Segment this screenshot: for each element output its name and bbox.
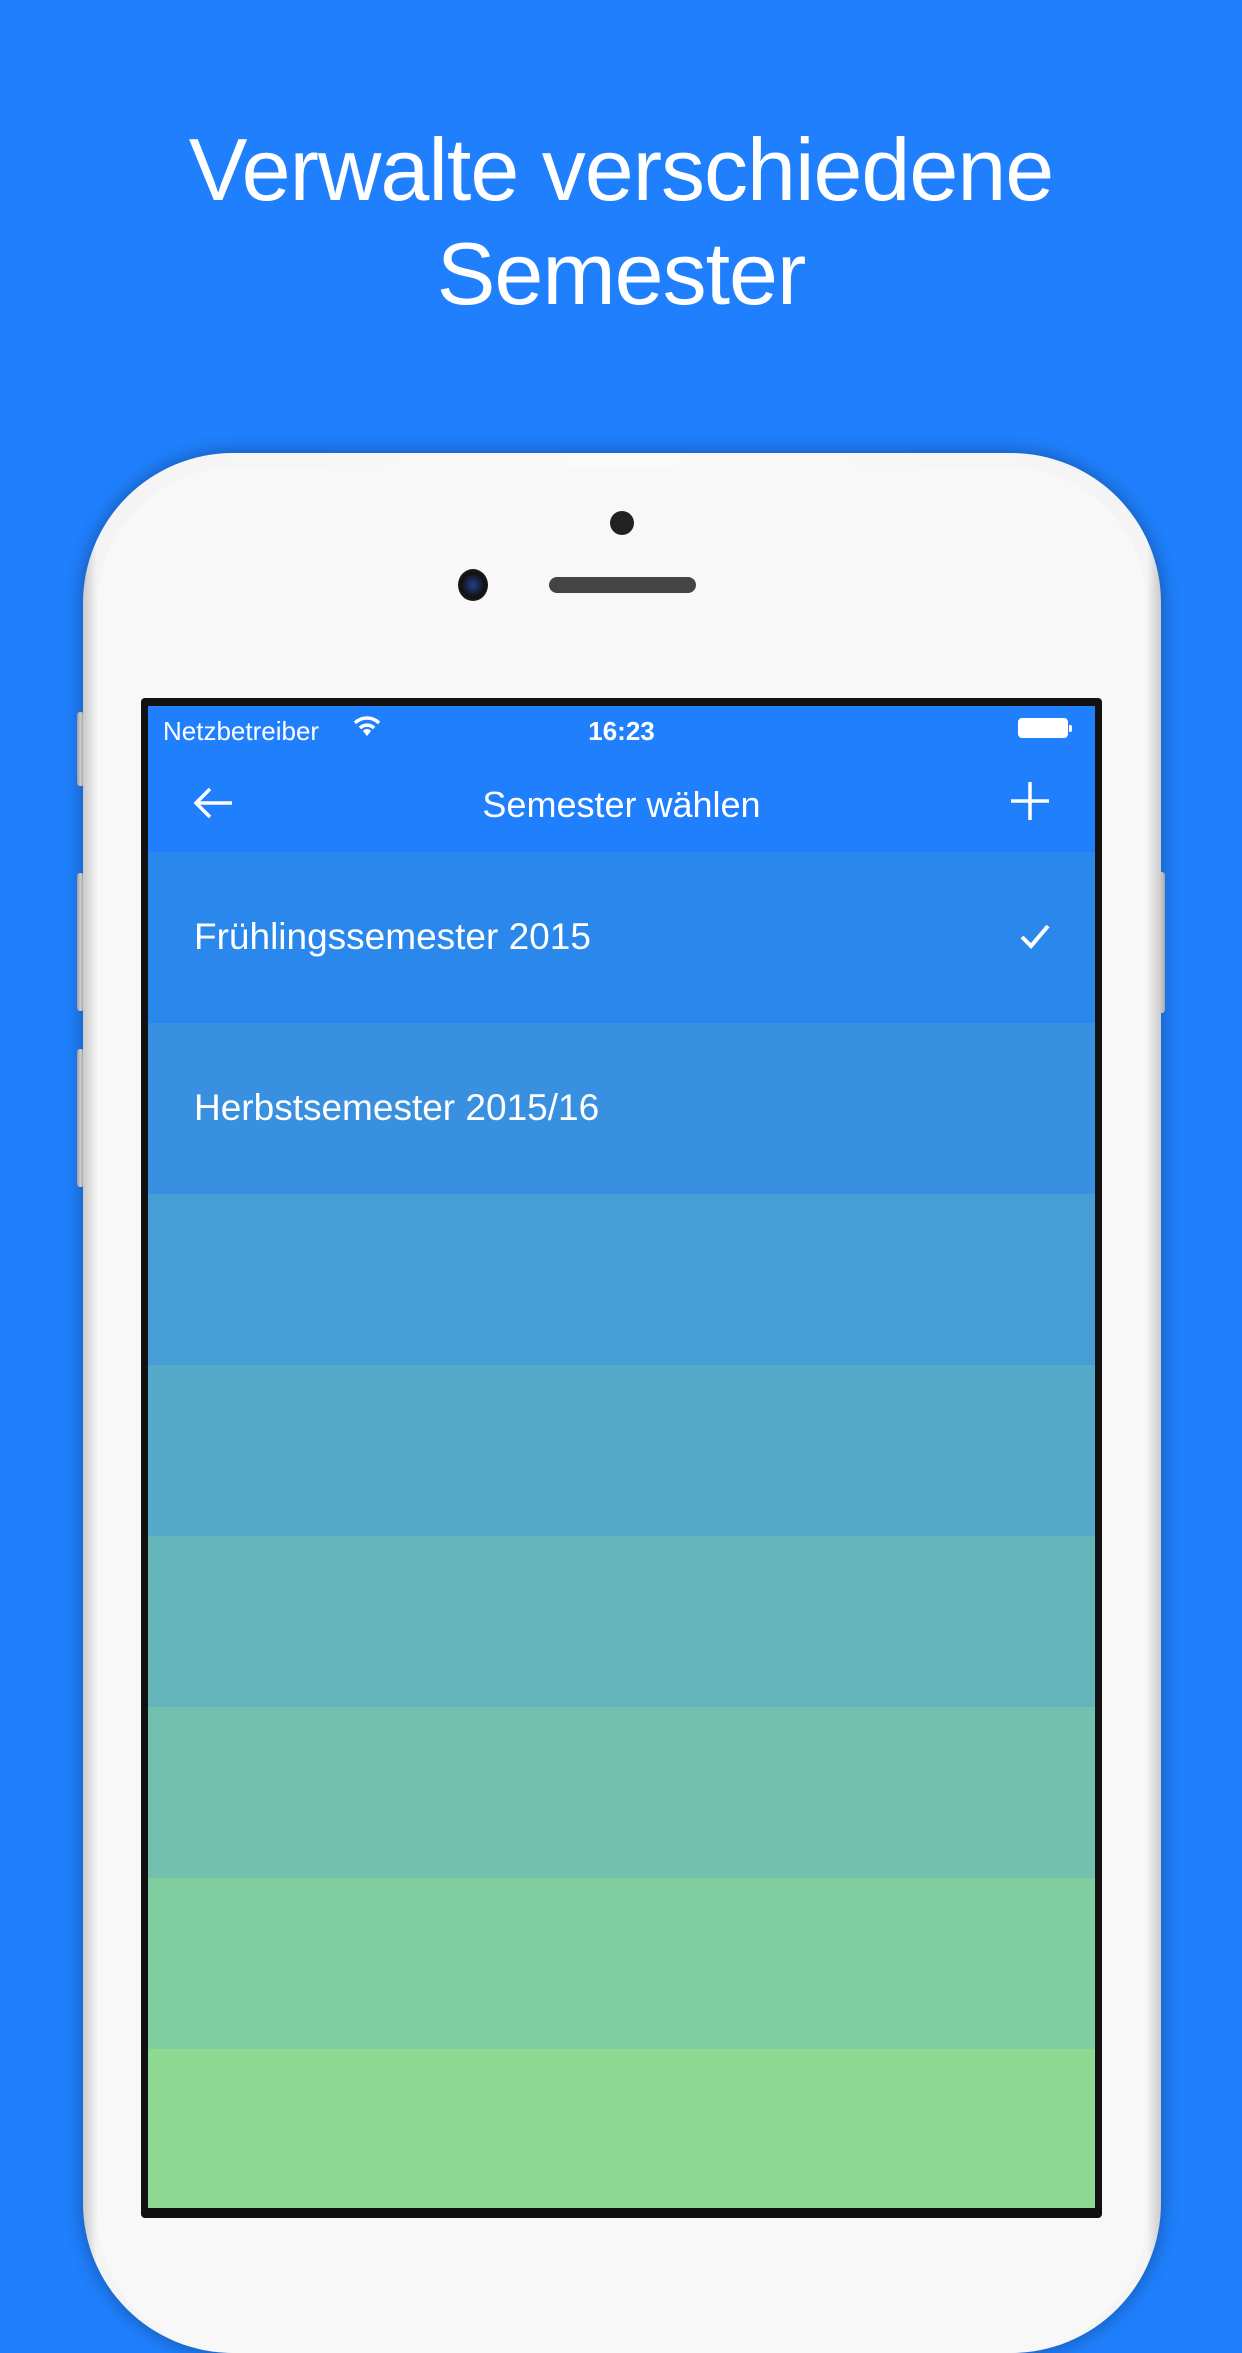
checkmark-icon <box>1020 924 1050 949</box>
empty-row <box>148 1365 1095 1536</box>
semester-label: Frühlingssemester 2015 <box>194 916 591 957</box>
clock: 16:23 <box>588 716 655 746</box>
proximity-sensor <box>610 511 634 535</box>
semester-label: Herbstsemester 2015/16 <box>194 1087 600 1128</box>
status-bar: Netzbetreiber 16:23 <box>148 706 1095 750</box>
semester-list: Frühlingssemester 2015 Herbstsemester 20… <box>148 852 1095 2208</box>
headline-line-2: Semester <box>436 224 807 323</box>
navigation-bar: Semester wählen <box>148 750 1095 852</box>
empty-row <box>148 1536 1095 1707</box>
empty-row <box>148 1194 1095 1365</box>
page-title: Semester wählen <box>482 784 761 825</box>
app-screen: Netzbetreiber 16:23 Semester wählen Früh… <box>148 706 1095 2208</box>
battery-icon <box>1018 718 1072 738</box>
headline-line-1: Verwalte verschiedene <box>188 120 1054 219</box>
front-camera-icon <box>458 569 488 601</box>
empty-row <box>148 2049 1095 2208</box>
empty-row <box>148 1878 1095 2049</box>
headline: Verwalte verschiedene Semester <box>0 118 1242 326</box>
add-semester-button[interactable] <box>1005 776 1055 826</box>
earpiece-speaker <box>549 577 696 593</box>
semester-row[interactable]: Herbstsemester 2015/16 <box>148 1023 1095 1194</box>
empty-row <box>148 1707 1095 1878</box>
semester-row[interactable]: Frühlingssemester 2015 <box>148 852 1095 1023</box>
